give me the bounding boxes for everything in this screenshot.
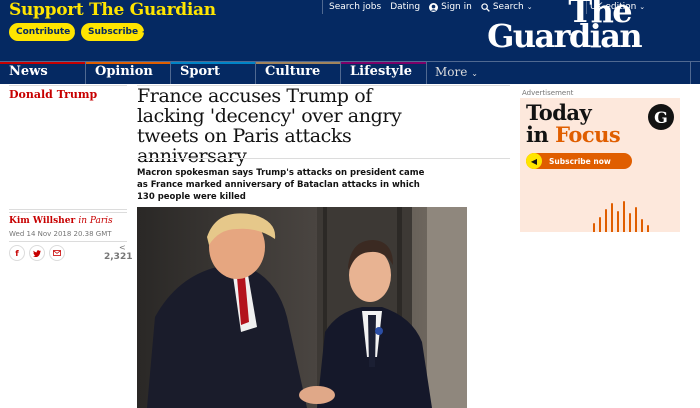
nav-lifestyle-label: Lifestyle [350,64,413,79]
divider [9,212,127,213]
share-twitter-button[interactable] [29,245,45,261]
ad-title-prefix: in [526,122,549,147]
top-bar: Support The Guardian Contribute → Subscr… [0,0,700,61]
ad-subscribe-label: Subscribe now [549,156,611,166]
nav-news-label: News [9,64,48,79]
nav-sport[interactable]: Sport [170,62,255,84]
divider [322,0,323,14]
share-email-button[interactable] [49,245,65,261]
ad-title-line-2: in Focus [526,122,621,147]
nav-accent-bar [0,62,85,64]
ad-label: Advertisement [522,89,574,97]
email-icon [53,250,61,256]
nav-culture[interactable]: Culture [255,62,340,84]
byline: Kim Willsher in Paris [9,216,113,226]
divider [9,209,127,210]
nav-opinion-label: Opinion [95,64,153,79]
nav-accent-bar [256,62,340,64]
contribute-label: Contribute [16,27,71,37]
article-standfirst: Macron spokesman says Trump's attacks on… [137,168,425,202]
search-jobs-link[interactable]: Search jobs [329,2,381,12]
guardian-logo[interactable]: The Guardian [481,0,643,52]
nav-more-label: More [435,65,468,79]
audio-waveform-icon [593,201,649,232]
nav-accent-bar [171,62,255,64]
byline-location: in Paris [78,216,113,226]
nav-accent-bar [341,62,426,64]
divider [9,85,127,86]
guardian-g-logo-icon: G [648,104,674,130]
article-headline: France accuses Trump of lacking 'decency… [137,85,402,167]
facebook-icon: f [15,248,19,258]
share-count: 2,321 [104,252,133,262]
advertisement-banner[interactable]: Today in Focus G ◀ Subscribe now [520,98,680,232]
publish-date: Wed 14 Nov 2018 20.38 GMT [9,230,112,238]
subscribe-label: Subscribe [88,27,139,37]
main-nav: News Opinion Sport Culture Lifestyle Mor… [0,61,700,84]
nav-accent-bar [86,62,170,64]
sign-in-link[interactable]: Sign in [429,2,472,12]
twitter-icon [33,249,41,257]
article-main-image [137,207,467,408]
ad-subscribe-button[interactable]: ◀ Subscribe now [526,153,632,169]
author-link[interactable]: Kim Willsher [9,216,75,226]
sign-in-label: Sign in [441,2,472,12]
section-label[interactable]: Donald Trump [9,88,97,101]
speaker-icon: ◀ [526,153,542,169]
ad-title-focus: Focus [555,122,621,147]
nav-lifestyle[interactable]: Lifestyle [340,62,426,84]
divider [137,158,510,159]
nav-culture-label: Culture [265,64,321,79]
nav-sport-label: Sport [180,64,221,79]
support-heading: Support The Guardian [9,0,216,20]
arrow-right-icon: → [142,26,151,38]
share-facebook-button[interactable]: f [9,245,25,261]
contribute-button[interactable]: Contribute → [9,23,83,41]
user-icon [429,2,439,12]
photo-illustration [137,207,467,408]
subscribe-button[interactable]: Subscribe → [81,23,150,41]
logo-line-2: Guardian [487,17,643,55]
nav-opinion[interactable]: Opinion [85,62,170,84]
divider [9,241,127,242]
ad-title-line-1: Today [526,100,592,125]
share-icon: < [119,243,126,252]
dating-link[interactable]: Dating [390,2,420,12]
nav-more[interactable]: More ⌄ [426,62,691,84]
chevron-down-icon: ⌄ [471,69,478,78]
nav-news[interactable]: News [0,62,85,84]
